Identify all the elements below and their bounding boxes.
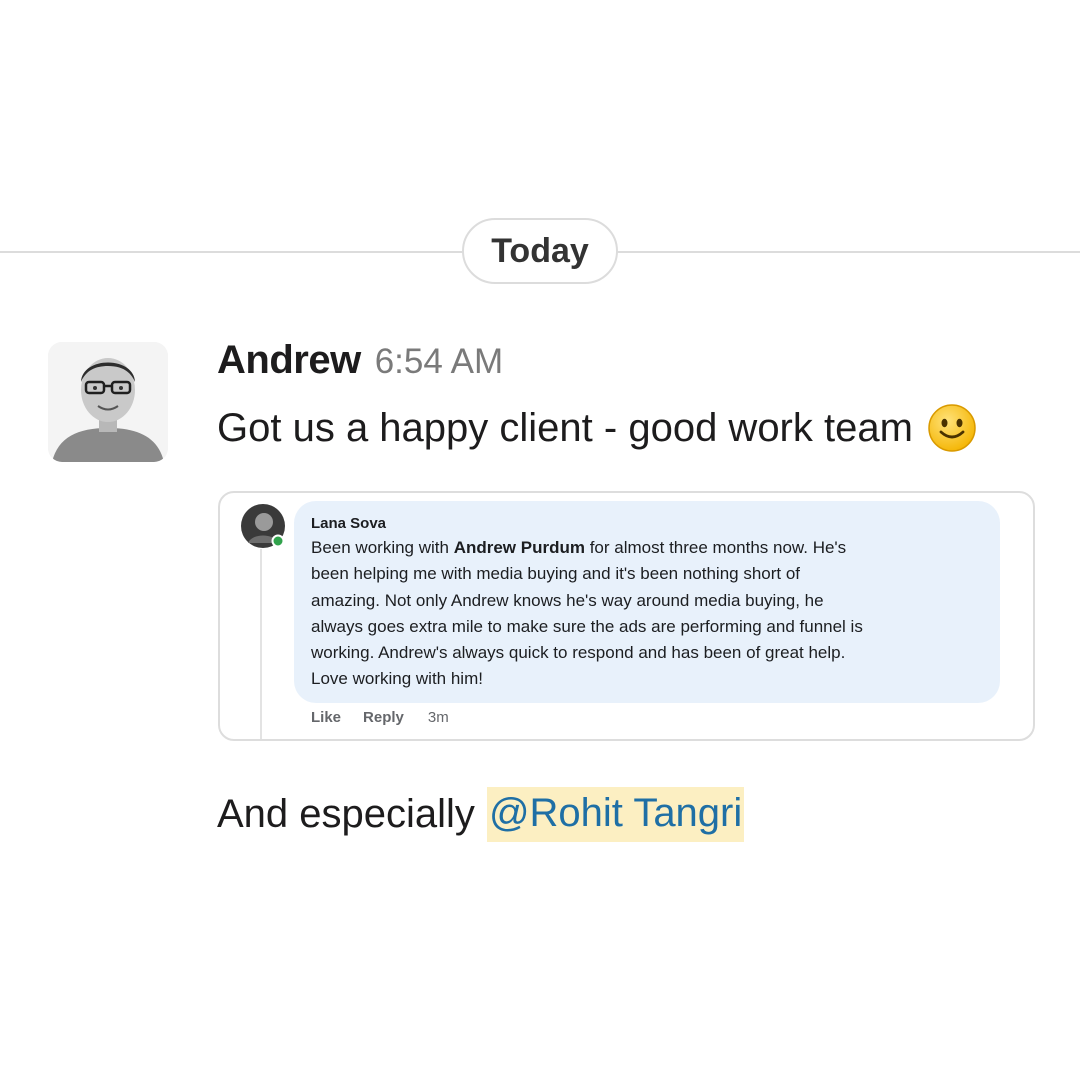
sender-avatar[interactable] xyxy=(48,342,168,462)
message-body: Got us a happy client - good work team xyxy=(217,400,977,456)
comment-line: Been working with Andrew Purdum for almo… xyxy=(311,538,847,557)
message-header: Andrew 6:54 AM xyxy=(217,338,503,388)
comment-line: been helping me with media buying and it… xyxy=(311,564,801,584)
message-timestamp[interactable]: 6:54 AM xyxy=(375,342,503,382)
comment-actions: Like Reply 3m xyxy=(311,705,449,729)
mentioned-name: Andrew Purdum xyxy=(453,538,585,557)
comment-line: Love working with him! xyxy=(311,669,483,689)
attached-image[interactable]: Lana Sova Been working with Andrew Purdu… xyxy=(218,491,1035,741)
online-status-icon xyxy=(271,534,285,548)
comment-reply-link: Reply xyxy=(363,708,404,726)
date-divider-pill[interactable]: Today xyxy=(462,218,618,284)
message-text-2: And especially xyxy=(217,791,475,836)
user-mention[interactable]: @Rohit Tangri xyxy=(486,786,745,842)
message-text: Got us a happy client - good work team xyxy=(217,405,913,450)
comment-line: always goes extra mile to make sure the … xyxy=(311,616,863,636)
commenter-avatar xyxy=(240,503,286,549)
comment-thread-line xyxy=(260,549,262,739)
andrew-profile-picture xyxy=(48,342,168,462)
slightly-smiling-face-icon xyxy=(927,403,977,453)
comment-bubble: Lana Sova Been working with Andrew Purdu… xyxy=(294,501,1000,703)
comment-line: amazing. Not only Andrew knows he's way … xyxy=(311,590,824,610)
comment-like-link: Like xyxy=(311,708,342,726)
comment-author: Lana Sova xyxy=(311,515,387,532)
comment-time: 3m xyxy=(427,708,449,726)
comment-line: working. Andrew's always quick to respon… xyxy=(311,643,846,663)
message-body-2: And especially @Rohit Tangri xyxy=(217,785,745,843)
sender-name[interactable]: Andrew xyxy=(217,338,361,383)
